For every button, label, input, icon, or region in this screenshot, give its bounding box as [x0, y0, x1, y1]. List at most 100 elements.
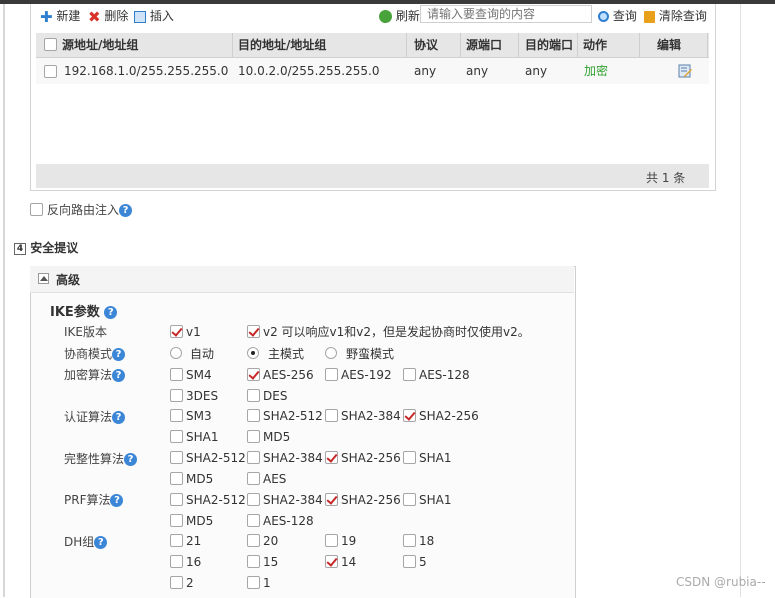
prf-md5-checkbox[interactable] — [170, 514, 183, 527]
int-sha2-512-checkbox[interactable] — [170, 451, 183, 464]
enc-des-checkbox[interactable] — [247, 389, 260, 402]
cell-source: 192.168.1.0/255.255.255.0 — [64, 64, 229, 78]
int-sha2-384-checkbox[interactable] — [247, 451, 260, 464]
dh-15-label: 15 — [263, 555, 279, 569]
int-sha1-checkbox[interactable] — [403, 451, 416, 464]
dh-group-label: DH组? — [64, 534, 108, 550]
dh-15-checkbox[interactable] — [247, 555, 260, 568]
auth-sha1-label: SHA1 — [186, 430, 219, 444]
int-md5-checkbox[interactable] — [170, 472, 183, 485]
cell-dest-port: any — [525, 64, 548, 78]
ike-v2-checkbox[interactable] — [247, 325, 260, 338]
dh-1-label: 1 — [263, 576, 271, 590]
dh-21-label: 21 — [186, 534, 202, 548]
enc-aes256-checkbox[interactable] — [247, 368, 260, 381]
help-icon[interactable]: ? — [104, 306, 118, 319]
prf-sha2-512-checkbox[interactable] — [170, 493, 183, 506]
col-dest-port[interactable]: 目的端口 — [525, 33, 578, 57]
prf-aes128-label: AES-128 — [263, 514, 314, 528]
ike-params-title: IKE参数 ? — [50, 301, 118, 320]
dh-2-checkbox[interactable] — [170, 576, 183, 589]
dh-5-label: 5 — [419, 555, 427, 569]
row-checkbox[interactable] — [44, 65, 57, 78]
auth-sha1-checkbox[interactable] — [170, 430, 183, 443]
col-action[interactable]: 动作 — [583, 33, 640, 57]
dh-18-checkbox[interactable] — [403, 534, 416, 547]
refresh-label: 刷新 — [395, 9, 420, 23]
ike-v1-label: v1 — [186, 325, 201, 339]
help-icon[interactable]: ? — [110, 494, 124, 507]
delete-icon: ✖ — [88, 7, 101, 26]
help-icon[interactable]: ? — [112, 348, 126, 361]
select-all-checkbox[interactable] — [44, 38, 57, 51]
help-icon[interactable]: ? — [119, 204, 133, 217]
auth-sha2-256-checkbox[interactable] — [403, 409, 416, 422]
dh-16-checkbox[interactable] — [170, 555, 183, 568]
help-icon[interactable]: ? — [94, 536, 108, 549]
prf-md5-label: MD5 — [186, 514, 214, 528]
auth-sha2-384-label: SHA2-384 — [341, 409, 401, 423]
int-aes-checkbox[interactable] — [247, 472, 260, 485]
help-icon[interactable]: ? — [112, 369, 126, 382]
prf-sha2-256-label: SHA2-256 — [341, 493, 401, 507]
dh-19-checkbox[interactable] — [325, 534, 338, 547]
ike-v1-checkbox[interactable] — [170, 325, 183, 338]
mode-auto-radio[interactable] — [170, 347, 182, 359]
help-icon[interactable]: ? — [124, 453, 138, 466]
delete-button[interactable]: ✖ 删除 — [88, 8, 128, 25]
dh-1-checkbox[interactable] — [247, 576, 260, 589]
insert-button[interactable]: 插入 — [134, 8, 174, 24]
enc-3des-checkbox[interactable] — [170, 389, 183, 402]
col-destination[interactable]: 目的地址/地址组 — [238, 33, 407, 57]
ike-title-text: IKE参数 — [50, 305, 100, 320]
dh-5-checkbox[interactable] — [403, 555, 416, 568]
int-sha2-256-label: SHA2-256 — [341, 451, 401, 465]
auth-md5-checkbox[interactable] — [247, 430, 260, 443]
reverse-route-checkbox[interactable] — [30, 203, 43, 216]
enc-aes192-checkbox[interactable] — [325, 368, 338, 381]
mode-aggressive-radio[interactable] — [325, 347, 337, 359]
dh-20-label: 20 — [263, 534, 279, 548]
auth-sha2-512-label: SHA2-512 — [263, 409, 323, 423]
clear-query-button[interactable]: 清除查询 — [644, 8, 707, 24]
enc-sm4-label: SM4 — [186, 368, 212, 382]
enc-des-label: DES — [263, 389, 288, 403]
prf-aes128-checkbox[interactable] — [247, 514, 260, 527]
dh-21-checkbox[interactable] — [170, 534, 183, 547]
new-button[interactable]: ✚ 新建 — [40, 8, 80, 25]
int-sha2-256-checkbox[interactable] — [325, 451, 338, 464]
auth-sha2-384-checkbox[interactable] — [325, 409, 338, 422]
cell-source-port: any — [466, 64, 489, 78]
enc-aes128-checkbox[interactable] — [403, 368, 416, 381]
auth-sha2-256-label: SHA2-256 — [419, 409, 479, 423]
trash-icon — [644, 10, 655, 23]
auth-sha2-512-checkbox[interactable] — [247, 409, 260, 422]
search-input[interactable] — [420, 5, 592, 23]
section-title: 4 安全提议 — [14, 239, 78, 256]
dh-group-text: DH组 — [64, 535, 95, 549]
table-row[interactable]: 192.168.1.0/255.255.255.0 10.0.2.0/255.2… — [36, 58, 709, 84]
edit-icon[interactable] — [678, 64, 692, 78]
dh-14-checkbox[interactable] — [325, 555, 338, 568]
collapse-toggle-icon[interactable] — [38, 273, 49, 284]
refresh-icon — [379, 10, 392, 23]
prf-label: PRF算法? — [64, 492, 124, 508]
col-source-port[interactable]: 源端口 — [466, 33, 519, 57]
col-protocol[interactable]: 协议 — [414, 33, 461, 57]
prf-sha1-label: SHA1 — [419, 493, 452, 507]
prf-sha2-256-checkbox[interactable] — [325, 493, 338, 506]
insert-label: 插入 — [149, 9, 174, 23]
query-button[interactable]: 查询 — [598, 8, 637, 24]
mode-main-radio[interactable] — [247, 347, 259, 359]
help-icon[interactable]: ? — [112, 411, 126, 424]
prf-sha1-checkbox[interactable] — [403, 493, 416, 506]
negotiation-mode-label: 协商模式? — [64, 346, 126, 362]
enc-sm4-checkbox[interactable] — [170, 368, 183, 381]
col-source[interactable]: 源地址/地址组 — [62, 33, 233, 57]
auth-sm3-checkbox[interactable] — [170, 409, 183, 422]
prf-sha2-384-checkbox[interactable] — [247, 493, 260, 506]
dh-20-checkbox[interactable] — [247, 534, 260, 547]
ike-v2-label: v2 可以响应v1和v2，但是发起协商时仅使用v2。 — [263, 325, 530, 339]
refresh-button[interactable]: 刷新 — [379, 8, 420, 24]
advanced-header[interactable]: 高级 — [30, 266, 574, 293]
